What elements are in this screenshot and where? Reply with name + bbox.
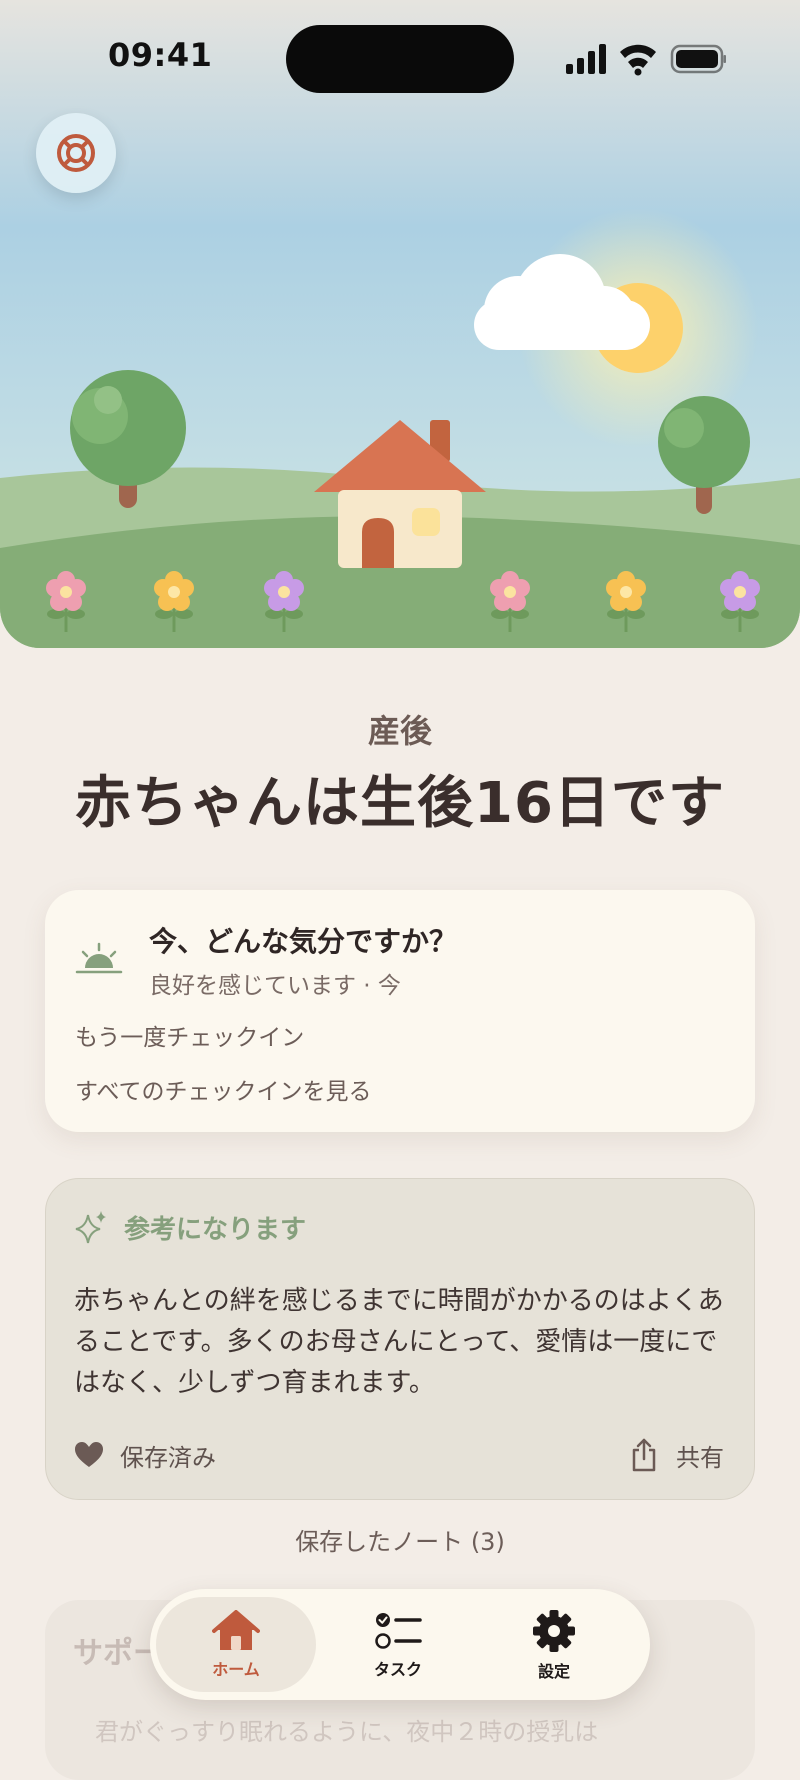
share-icon [632, 1438, 656, 1472]
tab-home-label: ホーム [212, 1659, 260, 1679]
saved-button[interactable]: 保存済み [74, 1437, 216, 1473]
mood-question: 今、どんな気分ですか？ [149, 925, 458, 958]
support-card-text: 君がぐっすり眠れるように、夜中２時の授乳は [95, 1718, 599, 1746]
wifi-icon [620, 44, 656, 76]
share-button[interactable]: 共有 [630, 1437, 724, 1473]
lifebuoy-icon [57, 134, 95, 172]
tip-card: 参考になります 赤ちゃんとの絆を感じるまでに時間がかかるのはよくあることです。多… [45, 1178, 755, 1500]
sparkle-icon [75, 1211, 106, 1244]
hero-illustration [0, 0, 800, 648]
saved-notes-link[interactable]: 保存したノート (3) [0, 1522, 800, 1557]
cellular-signal-icon [566, 44, 606, 74]
checklist-icon [375, 1612, 422, 1649]
view-all-checkins-link[interactable]: すべてのチェックインを見る [75, 1072, 371, 1106]
checkin-again-link[interactable]: もう一度チェックイン [75, 1018, 304, 1052]
saved-label: 保存済み [120, 1443, 216, 1472]
tab-settings[interactable]: 設定 [474, 1597, 634, 1692]
stage-subtitle: 産後 [367, 712, 432, 750]
gear-icon [533, 1609, 575, 1652]
heart-icon [75, 1442, 103, 1467]
dynamic-island [286, 25, 514, 93]
tab-home[interactable]: ホーム [156, 1597, 316, 1692]
tip-body: 赤ちゃんとの絆を感じるまでに時間がかかるのはよくあることです。多くのお母さんにと… [74, 1286, 724, 1398]
home-landscape-illustration [0, 0, 800, 648]
tab-settings-label: 設定 [537, 1661, 570, 1681]
mood-status: 良好を感じています · 今 [149, 973, 401, 999]
mood-card: 今、どんな気分ですか？ 良好を感じています · 今 もう一度チェックイン すべて… [45, 890, 755, 1132]
sunrise-icon [75, 942, 123, 974]
status-time: 09:41 [108, 36, 213, 74]
tip-label: 参考になります [124, 1215, 307, 1245]
tab-tasks-label: タスク [373, 1659, 422, 1679]
house-icon [212, 1609, 260, 1650]
tab-bar: ホーム タスク 設定 [150, 1589, 650, 1700]
status-icons [566, 40, 726, 80]
tab-tasks[interactable]: タスク [318, 1597, 478, 1692]
page-title: 赤ちゃんは生後16日です [75, 771, 725, 836]
share-label: 共有 [676, 1443, 724, 1472]
battery-icon [670, 44, 726, 74]
support-button[interactable] [36, 113, 116, 193]
